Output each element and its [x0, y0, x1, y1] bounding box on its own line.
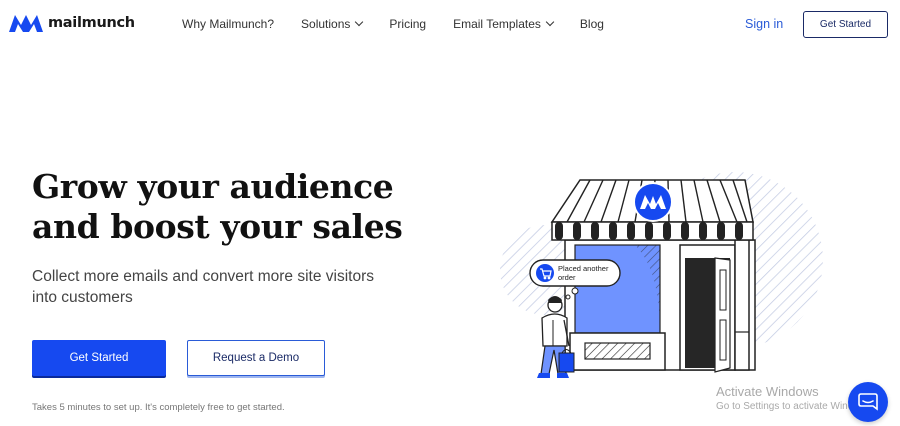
nav-item-why-mailmunch[interactable]: Why Mailmunch?: [182, 17, 274, 31]
nav-item-label: Why Mailmunch?: [182, 17, 275, 31]
hero-title-line2: and boost your sales: [32, 207, 403, 246]
chat-widget-button[interactable]: [848, 382, 888, 422]
logo-icon: [9, 15, 43, 32]
hero-get-started-button[interactable]: Get Started: [32, 340, 166, 376]
nav-item-label: Solutions: [301, 17, 351, 31]
logo[interactable]: mailmunch: [8, 12, 135, 34]
chevron-down-icon: [545, 17, 555, 27]
nav-item-blog[interactable]: Blog: [580, 17, 604, 31]
storefront-svg: Placed another order: [500, 172, 823, 378]
request-demo-button[interactable]: Request a Demo: [187, 340, 325, 376]
chevron-down-icon: [355, 17, 364, 27]
nav-item-label: Blog: [579, 17, 604, 31]
main-nav: Why Mailmunch? Solutions Pricing Email T…: [182, 17, 604, 31]
chat-icon: [858, 393, 878, 411]
fine-print: Takes 5 minutes to set up. It's complete…: [32, 402, 285, 413]
hero-title: Grow your audience and boost your sales: [32, 167, 432, 247]
site-header: mailmunch Why Mailmunch? Solutions Prici…: [0, 0, 900, 50]
hero-title-line1: Grow your audience: [32, 167, 394, 206]
bubble-text-line1: Placed another: [558, 264, 609, 273]
nav-item-label: Pricing: [389, 17, 427, 31]
header-get-started-button[interactable]: Get Started: [803, 11, 888, 38]
bubble-text-line2: order: [558, 273, 576, 282]
store-sign-plate: [584, 342, 651, 360]
sign-in-link[interactable]: Sign in: [745, 17, 783, 31]
nav-item-email-templates[interactable]: Email Templates: [453, 17, 555, 31]
storefront-illustration: Placed another order: [495, 160, 825, 385]
store-door: [714, 257, 731, 373]
nav-item-pricing[interactable]: Pricing: [389, 17, 426, 31]
nav-item-label: Email Templates: [453, 17, 541, 31]
logo-text: mailmunch: [48, 15, 135, 31]
nav-item-solutions[interactable]: Solutions: [301, 17, 364, 31]
shopping-bag-icon: [558, 352, 575, 373]
hero-subtitle: Collect more emails and convert more sit…: [32, 268, 374, 306]
